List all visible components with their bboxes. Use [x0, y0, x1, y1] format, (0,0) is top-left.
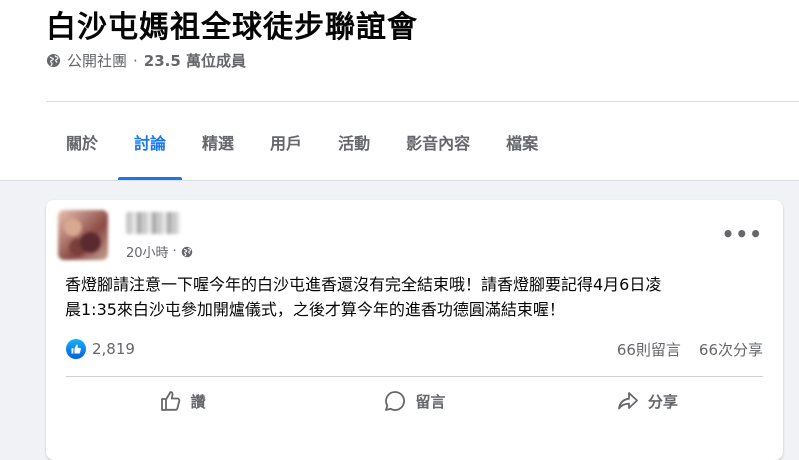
group-meta: 公開社團 · 23.5 萬位成員	[46, 50, 246, 71]
like-button[interactable]: 讚	[66, 383, 298, 419]
avatar[interactable]	[58, 210, 108, 260]
post-actions: 讚 留言 分享	[66, 383, 763, 419]
comment-button[interactable]: 留言	[298, 383, 530, 419]
tab-events[interactable]: 活動	[320, 104, 388, 180]
meta-separator: ·	[133, 51, 138, 70]
share-button[interactable]: 分享	[531, 383, 763, 419]
post-text: 香燈腳請注意一下喔今年的白沙屯進香還沒有完全結束哦！請香燈腳要記得4月6日凌 晨…	[65, 275, 662, 319]
share-label: 分享	[647, 392, 678, 411]
share-arrow-icon	[616, 389, 640, 413]
like-label: 讚	[190, 392, 206, 411]
globe-icon	[181, 246, 193, 258]
like-count[interactable]: 2,819	[92, 340, 135, 358]
thumbs-up-icon	[159, 389, 183, 413]
post-timestamp[interactable]: 20小時	[126, 242, 169, 261]
comment-count[interactable]: 66則留言	[617, 339, 681, 360]
speech-bubble-icon	[383, 389, 407, 413]
group-tabs: 關於 討論 精選 用戶 活動 影音內容 檔案	[48, 104, 556, 180]
like-reaction-icon[interactable]	[66, 339, 86, 359]
post-author-name[interactable]	[126, 212, 180, 234]
comment-label: 留言	[415, 392, 446, 411]
more-options-button[interactable]: •••	[722, 224, 763, 244]
post-stats: 2,819 66則留言 66次分享	[66, 337, 763, 361]
tab-featured[interactable]: 精選	[184, 104, 252, 180]
actions-divider	[66, 376, 763, 377]
header-divider	[46, 101, 799, 102]
tab-files[interactable]: 檔案	[488, 104, 556, 180]
tab-media[interactable]: 影音內容	[388, 104, 488, 180]
tab-discussion[interactable]: 討論	[116, 104, 184, 180]
tab-members[interactable]: 用戶	[252, 104, 320, 180]
group-privacy: 公開社團	[67, 52, 128, 70]
post-card: 20小時 · ••• 香燈腳請注意一下喔今年的白沙屯進香還沒有完全結束哦！請香燈…	[46, 200, 783, 460]
share-count[interactable]: 66次分享	[699, 339, 763, 360]
post-meta-separator: ·	[172, 244, 177, 259]
group-title[interactable]: 白沙屯媽祖全球徒步聯誼會	[46, 2, 418, 46]
post-meta: 20小時 ·	[126, 242, 193, 261]
globe-icon	[46, 53, 61, 68]
group-member-count[interactable]: 23.5 萬位成員	[144, 50, 246, 71]
tab-about[interactable]: 關於	[48, 104, 116, 180]
group-header: 白沙屯媽祖全球徒步聯誼會 公開社團 · 23.5 萬位成員 關於 討論 精選 用…	[0, 0, 799, 181]
